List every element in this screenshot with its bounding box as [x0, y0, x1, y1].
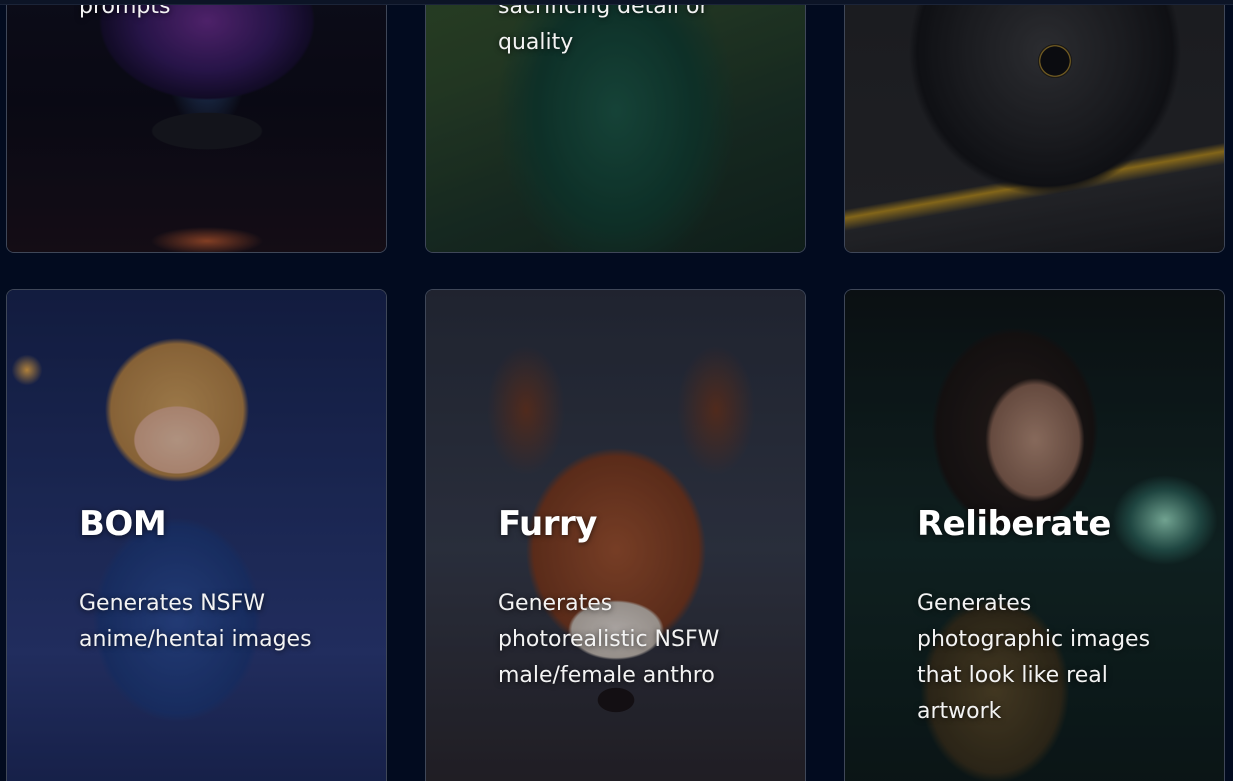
model-gallery: prompts anything without sacrificing det…: [0, 0, 1233, 781]
card-description: Generates photographic images that look …: [917, 591, 1151, 724]
model-card-crystal[interactable]: prompts: [6, 0, 387, 253]
header-edge: [0, 0, 1233, 5]
card-title: Reliberate: [917, 504, 1111, 544]
model-card-mech[interactable]: [844, 0, 1225, 253]
model-card-furry[interactable]: Furry Generates photorealistic NSFW male…: [425, 289, 806, 781]
card-overlay: [7, 0, 386, 252]
card-description: Generates NSFW anime/hentai images: [79, 591, 312, 652]
model-card-bom[interactable]: BOM Generates NSFW anime/hentai images: [6, 289, 387, 781]
card-description: anything without sacrificing detail or q…: [498, 0, 709, 55]
model-card-green[interactable]: anything without sacrificing detail or q…: [425, 0, 806, 253]
card-title: BOM: [79, 504, 167, 544]
card-overlay: [426, 290, 805, 781]
model-card-reliberate[interactable]: Reliberate Generates photographic images…: [844, 289, 1225, 781]
card-overlay: [7, 290, 386, 781]
card-title: Furry: [498, 504, 597, 544]
card-overlay: [845, 0, 1224, 252]
card-description: Generates photorealistic NSFW male/femal…: [498, 591, 720, 688]
